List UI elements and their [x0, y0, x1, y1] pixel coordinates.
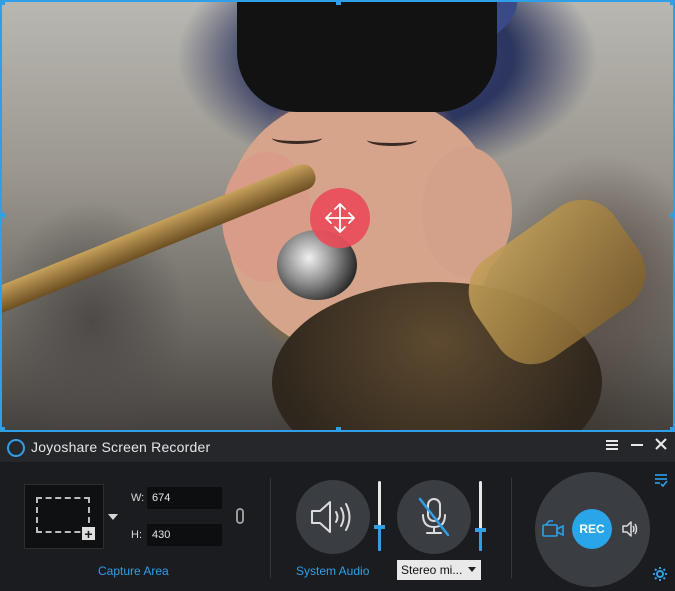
system-audio-volume-fill: [378, 526, 381, 551]
move-arrows-icon: [325, 203, 355, 233]
audio-only-icon[interactable]: [621, 520, 639, 543]
minimize-icon[interactable]: [627, 437, 647, 457]
menu-icon[interactable]: [602, 437, 622, 457]
microphone-volume-knob[interactable]: [475, 528, 486, 532]
chevron-down-icon: [468, 567, 476, 572]
height-input[interactable]: [147, 524, 222, 546]
speaker-icon: [311, 501, 351, 533]
microphone-volume-slider[interactable]: [475, 481, 486, 551]
divider: [511, 478, 512, 578]
capture-area-preview[interactable]: [0, 0, 675, 432]
move-handle[interactable]: [310, 188, 370, 248]
system-audio-label: System Audio: [296, 564, 370, 578]
capture-area-label: Capture Area: [98, 564, 169, 578]
add-area-icon: +: [81, 526, 96, 541]
preview-eye-right: [367, 134, 417, 146]
settings-gear-icon[interactable]: [652, 566, 668, 582]
resize-handle-top-left[interactable]: [2, 2, 5, 5]
width-label: W:: [131, 492, 145, 504]
title-bar[interactable]: Joyoshare Screen Recorder: [0, 432, 675, 462]
capture-area-dropdown-icon[interactable]: [108, 514, 118, 520]
resize-handle-top[interactable]: [336, 2, 341, 5]
app-title: Joyoshare Screen Recorder: [31, 439, 211, 455]
recorder-panel: Joyoshare Screen Recorder + W: H: Captur…: [0, 432, 675, 591]
preview-eye-left: [272, 132, 322, 144]
camera-icon[interactable]: [541, 519, 565, 544]
microphone-button[interactable]: [397, 480, 471, 554]
task-list-icon[interactable]: [654, 472, 668, 488]
microphone-volume-fill: [479, 530, 482, 551]
capture-area-selector[interactable]: +: [24, 484, 104, 549]
microphone-select[interactable]: Stereo mi...: [397, 560, 481, 580]
resize-handle-right[interactable]: [670, 213, 673, 218]
height-label: H:: [131, 529, 142, 541]
preview-hair: [237, 2, 497, 112]
microphone-muted-icon: [418, 497, 450, 537]
microphone-select-value: Stereo mi...: [401, 563, 463, 577]
system-audio-volume-knob[interactable]: [374, 524, 385, 529]
system-audio-button[interactable]: [296, 480, 370, 554]
record-button[interactable]: REC: [572, 509, 612, 549]
width-input[interactable]: [147, 487, 222, 509]
resize-handle-left[interactable]: [2, 213, 5, 218]
close-icon[interactable]: [651, 437, 671, 457]
aspect-lock-icon[interactable]: [236, 508, 244, 524]
resize-handle-top-right[interactable]: [670, 2, 673, 5]
app-logo-icon: [7, 439, 25, 457]
divider: [270, 478, 271, 578]
system-audio-volume-slider[interactable]: [374, 481, 385, 551]
